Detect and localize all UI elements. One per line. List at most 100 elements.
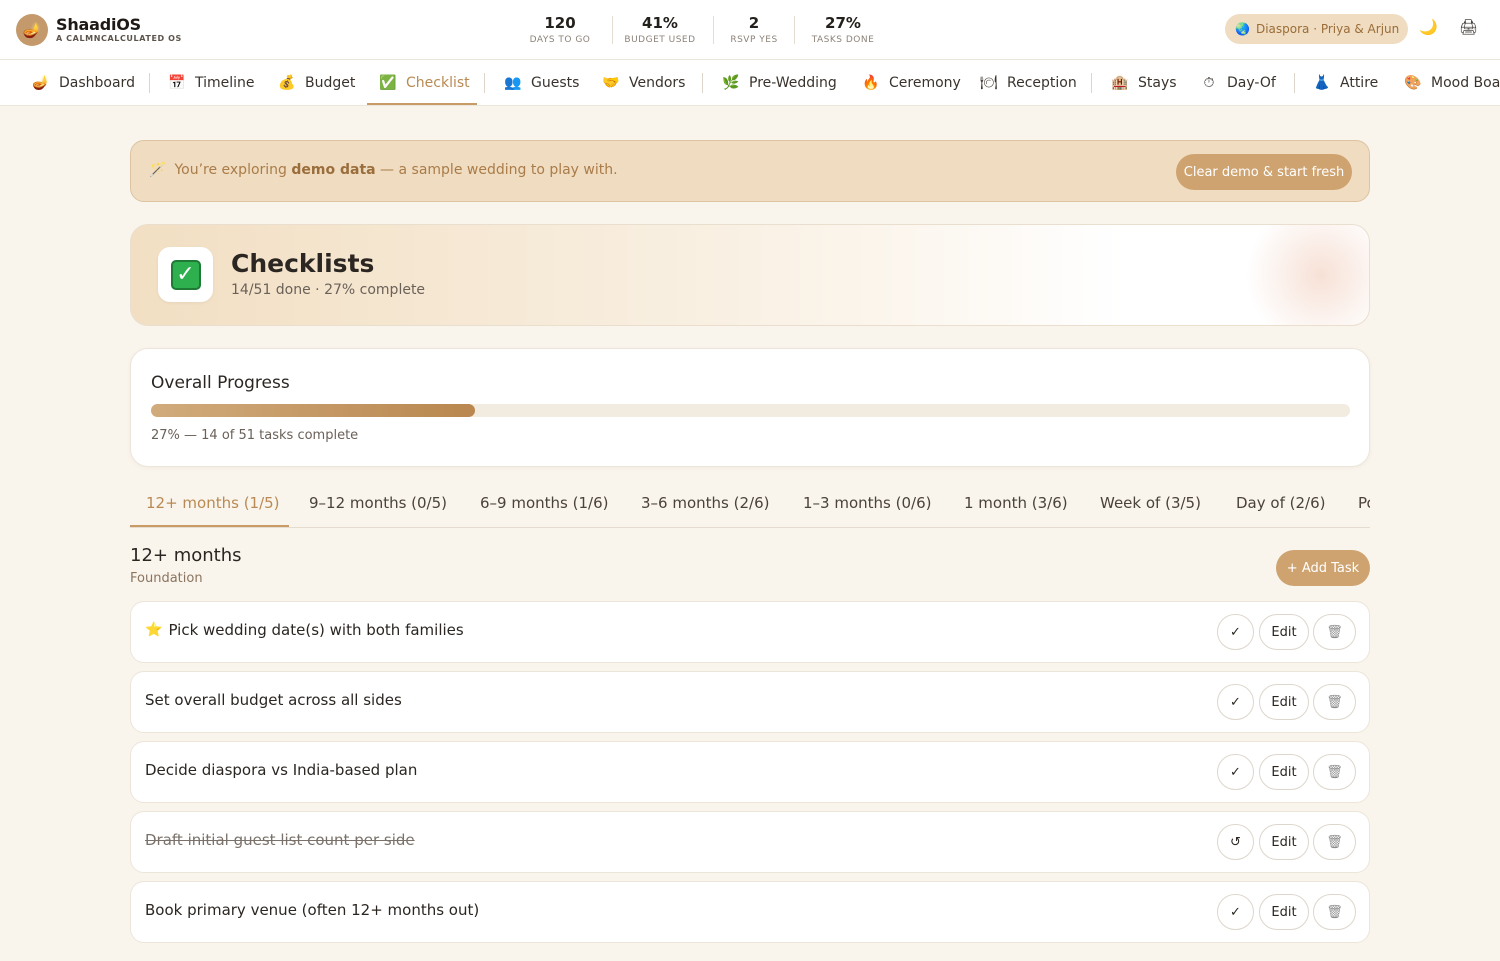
nav-label: Timeline: [195, 75, 255, 91]
complete-task-button[interactable]: ✓: [1217, 754, 1254, 790]
nav-vendors[interactable]: 🤝 Vendors: [602, 60, 685, 105]
star-icon: ⭐: [145, 622, 163, 638]
complete-task-button[interactable]: ✓: [1217, 894, 1254, 930]
progress-track: [151, 404, 1350, 417]
checkbox-icon: ✓: [158, 247, 213, 302]
task-label: Decide diaspora vs India-based plan: [145, 761, 417, 779]
divider: [794, 16, 795, 44]
trash-icon: 🗑: [1326, 694, 1343, 710]
nav-budget[interactable]: 💰 Budget: [278, 60, 356, 105]
nav-label: Budget: [305, 75, 356, 91]
nav-reception[interactable]: 🍽 Reception: [980, 60, 1077, 105]
complete-task-button[interactable]: ✓: [1217, 684, 1254, 720]
nav-label: Day-Of: [1227, 75, 1276, 91]
people-icon: 👥: [504, 75, 522, 91]
nav-checklist[interactable]: ✅ Checklist: [379, 60, 470, 105]
delete-task-button[interactable]: 🗑: [1313, 824, 1356, 860]
diya-icon: 🪔: [32, 75, 50, 91]
progress-caption: 27% — 14 of 51 tasks complete: [151, 428, 359, 443]
edit-task-button[interactable]: Edit: [1259, 614, 1309, 650]
edit-task-button[interactable]: Edit: [1259, 684, 1309, 720]
edit-task-button[interactable]: Edit: [1259, 894, 1309, 930]
delete-task-button[interactable]: 🗑: [1313, 754, 1356, 790]
demo-prefix: You’re exploring: [174, 162, 292, 178]
printer-icon[interactable]: 🖨: [1459, 18, 1478, 36]
nav-separator: [484, 73, 485, 93]
nav-label: Pre-Wedding: [749, 75, 837, 91]
moon-icon[interactable]: 🌙: [1419, 18, 1438, 36]
money-bag-icon: 💰: [278, 75, 296, 91]
calendar-icon: 📅: [168, 75, 186, 91]
complete-task-button[interactable]: ✓: [1217, 614, 1254, 650]
nav-separator: [702, 73, 703, 93]
task-label: ⭐ Pick wedding date(s) with both familie…: [145, 621, 464, 639]
trash-icon: 🗑: [1326, 624, 1343, 640]
nav-label: Stays: [1138, 75, 1177, 91]
palette-icon: 🎨: [1404, 75, 1422, 91]
magic-wand-icon: 🪄: [149, 162, 167, 178]
active-nav-indicator: [367, 103, 477, 105]
stat-value: 120: [544, 14, 576, 32]
task-row: Book primary venue (often 12+ months out…: [130, 881, 1370, 943]
section-subtitle: Foundation: [130, 571, 203, 586]
delete-task-button[interactable]: 🗑: [1313, 684, 1356, 720]
checkbox-icon: ✅: [379, 75, 397, 91]
nav-guests[interactable]: 👥 Guests: [504, 60, 580, 105]
tab-6-9-months[interactable]: 6–9 months (1/6): [480, 494, 608, 512]
tab-1-3-months[interactable]: 1–3 months (0/6): [803, 494, 931, 512]
nav-attire[interactable]: 👗 Attire: [1313, 60, 1378, 105]
stat-value: 41%: [642, 14, 678, 32]
stat-budget-used: 41% BUDGET USED: [613, 14, 707, 46]
stat-rsvp-yes: 2 RSVP YES: [707, 14, 801, 46]
active-tab-indicator: [130, 525, 289, 527]
nav-label: Ceremony: [889, 75, 961, 91]
globe-icon: 🌏: [1235, 22, 1250, 36]
delete-task-button[interactable]: 🗑: [1313, 614, 1356, 650]
tab-day-of[interactable]: Day of (2/6): [1236, 494, 1325, 512]
task-text: Decide diaspora vs India-based plan: [145, 761, 418, 779]
decorative-glow: [1241, 225, 1369, 325]
fire-icon: 🔥: [862, 75, 880, 91]
task-label: Book primary venue (often 12+ months out…: [145, 901, 479, 919]
nav-timeline[interactable]: 📅 Timeline: [168, 60, 255, 105]
task-row: ⭐ Pick wedding date(s) with both familie…: [130, 601, 1370, 663]
nav-ceremony[interactable]: 🔥 Ceremony: [862, 60, 961, 105]
nav-pre-wedding[interactable]: 🌿 Pre-Wedding: [722, 60, 837, 105]
demo-suffix: — a sample wedding to play with.: [375, 162, 618, 178]
tab-12-plus-months[interactable]: 12+ months (1/5): [146, 494, 280, 512]
app-name[interactable]: ShaadiOS: [56, 15, 141, 34]
nav-dashboard[interactable]: 🪔 Dashboard: [32, 60, 135, 105]
stat-value: 2: [748, 14, 760, 32]
tab-9-12-months[interactable]: 9–12 months (0/5): [309, 494, 447, 512]
nav-separator: [1091, 73, 1092, 93]
nav-day-of[interactable]: ⏱ Day-Of: [1200, 60, 1276, 105]
tab-1-month[interactable]: 1 month (3/6): [964, 494, 1068, 512]
add-task-button[interactable]: + Add Task: [1276, 550, 1370, 586]
diya-lamp-icon[interactable]: 🪔: [16, 14, 48, 46]
demo-highlight: demo data: [291, 162, 376, 178]
delete-task-button[interactable]: 🗑: [1313, 894, 1356, 930]
nav-label: Reception: [1007, 75, 1077, 91]
app-header: 🪔 ShaadiOS A CALMNCALCULATED OS 120 DAYS…: [0, 0, 1500, 60]
nav-stays[interactable]: 🏨 Stays: [1111, 60, 1177, 105]
stopwatch-icon: ⏱: [1203, 75, 1215, 91]
stat-tasks-done: 27% TASKS DONE: [796, 14, 890, 46]
tab-post[interactable]: Po: [1358, 494, 1370, 512]
nav-mood-board[interactable]: 🎨 Mood Board: [1404, 60, 1500, 105]
tab-3-6-months[interactable]: 3–6 months (2/6): [641, 494, 769, 512]
profile-switcher[interactable]: 🌏 Diaspora · Priya & Arjun: [1225, 14, 1408, 44]
app-tagline: A CALMNCALCULATED OS: [56, 34, 182, 43]
clear-demo-button[interactable]: Clear demo & start fresh: [1176, 154, 1352, 190]
main-nav: 🪔 Dashboard 📅 Timeline 💰 Budget ✅ Checkl…: [0, 60, 1500, 106]
stat-label: DAYS TO GO: [529, 35, 591, 45]
edit-task-button[interactable]: Edit: [1259, 754, 1309, 790]
progress-fill: [151, 404, 475, 417]
nav-separator: [1294, 73, 1295, 93]
tab-week-of[interactable]: Week of (3/5): [1100, 494, 1201, 512]
task-text: Book primary venue (often 12+ months out…: [145, 901, 480, 919]
edit-task-button[interactable]: Edit: [1259, 824, 1309, 860]
undo-task-button[interactable]: ↺: [1217, 824, 1254, 860]
nav-label: Guests: [531, 75, 580, 91]
profile-label: Diaspora · Priya & Arjun: [1255, 22, 1400, 36]
nav-label: Checklist: [406, 75, 470, 91]
